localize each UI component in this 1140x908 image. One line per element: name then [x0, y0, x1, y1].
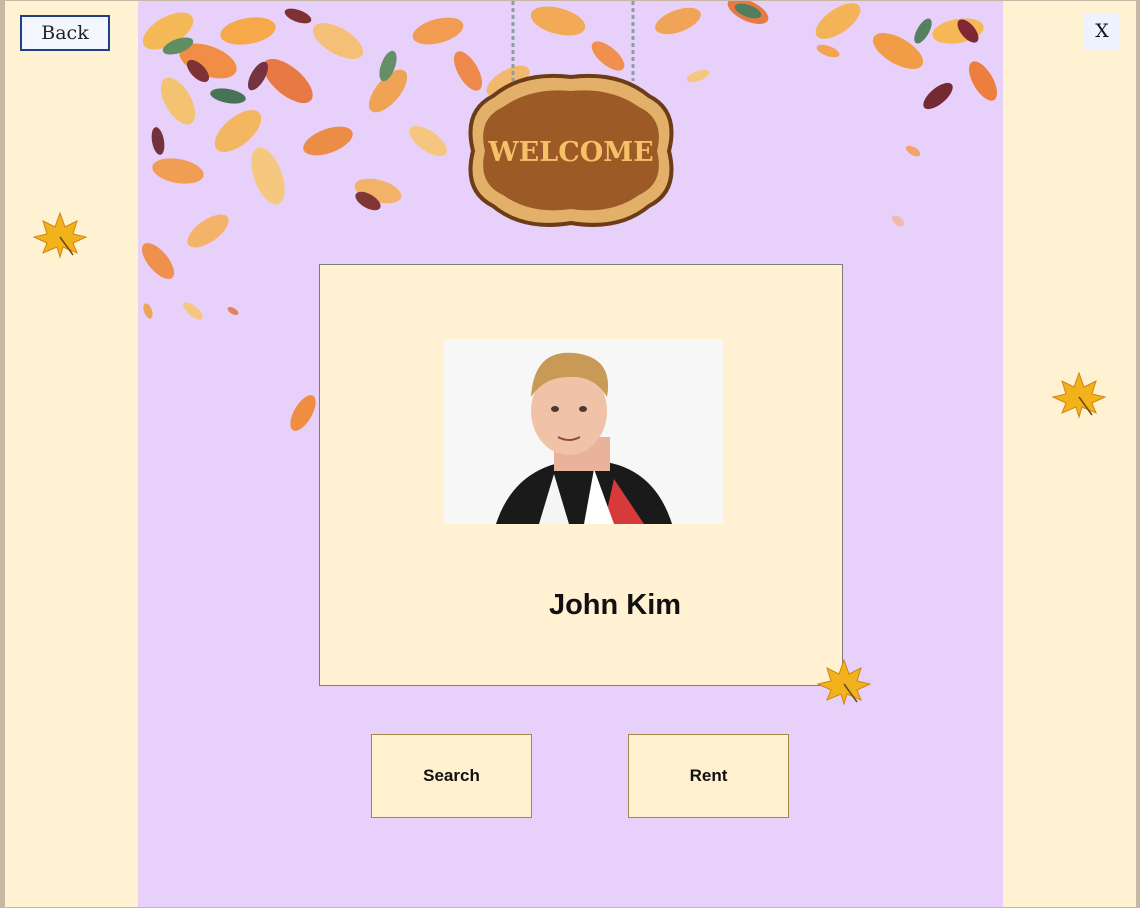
- search-button[interactable]: Search: [371, 734, 532, 818]
- welcome-sign: WELCOME: [468, 1, 674, 227]
- back-button[interactable]: Back: [20, 15, 110, 51]
- welcome-sign-text: WELCOME: [487, 137, 653, 168]
- close-button[interactable]: X: [1084, 13, 1120, 49]
- profile-card: John Kim: [319, 264, 843, 686]
- maple-leaf-icon: [816, 658, 872, 706]
- person-portrait-icon: [444, 339, 723, 524]
- maple-leaf-icon: [32, 211, 88, 259]
- right-side-panel: [1003, 1, 1136, 907]
- profile-photo: [444, 339, 723, 524]
- maple-leaf-icon: [1051, 371, 1107, 419]
- center-panel: WELCOME John Kim Search Rent: [138, 1, 1003, 907]
- rent-button[interactable]: Rent: [628, 734, 789, 818]
- app-window: WELCOME John Kim Search Rent Back X: [5, 1, 1136, 907]
- profile-name: John Kim: [548, 589, 682, 621]
- left-side-panel: [5, 1, 138, 907]
